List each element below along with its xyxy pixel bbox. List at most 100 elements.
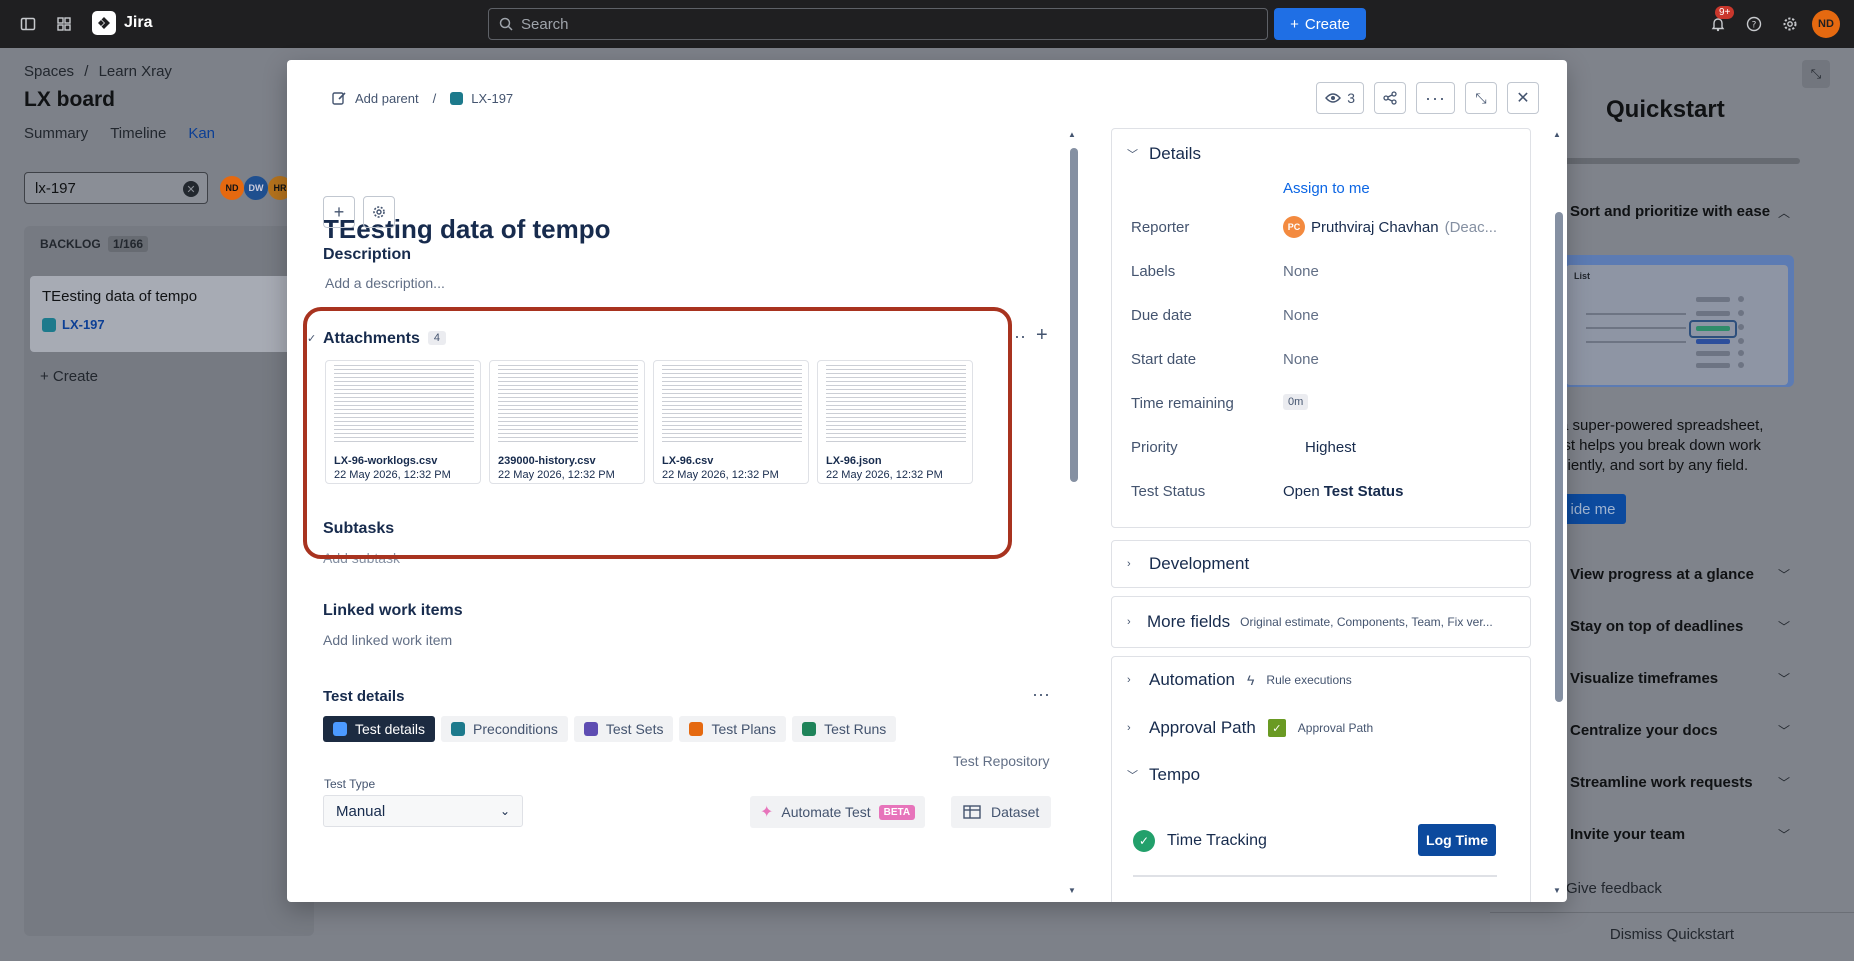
field-value-due-date[interactable]: None (1283, 307, 1319, 324)
more-actions-button[interactable]: ··· (1416, 82, 1455, 114)
details-scrollbar[interactable] (1555, 212, 1563, 702)
clear-search-icon[interactable]: ✕ (183, 181, 199, 197)
chevron-down-icon[interactable]: ﹀ (1778, 566, 1790, 583)
add-linked-work-item[interactable]: Add linked work item (323, 632, 452, 648)
approval-check-icon: ✓ (1267, 719, 1286, 737)
approval-path-label: Approval Path (1297, 721, 1374, 735)
add-button[interactable]: + (323, 196, 355, 228)
chevron-down-icon[interactable]: ﹀ (1778, 618, 1790, 635)
app-switcher-icon[interactable] (52, 12, 76, 36)
development-header[interactable]: › Development (1127, 554, 1249, 574)
quickstart-item[interactable]: Centralize your docs (1570, 722, 1718, 739)
description-input[interactable]: Add a description... (325, 275, 445, 291)
scroll-down-icon[interactable]: ▼ (1553, 886, 1561, 895)
more-icon[interactable]: ··· (1032, 684, 1050, 705)
assign-to-me-link[interactable]: Assign to me (1283, 180, 1370, 197)
tempo-header[interactable]: ﹀ Tempo (1127, 765, 1200, 785)
quickstart-item[interactable]: Streamline work requests (1570, 774, 1753, 791)
automate-test-button[interactable]: ✦ Automate Test BETA (750, 796, 926, 828)
time-tracking-row: ✓ Time Tracking (1133, 830, 1267, 852)
chevron-right-icon: › (1127, 558, 1131, 570)
tab-summary[interactable]: Summary (24, 125, 88, 142)
test-plans-icon (689, 722, 704, 736)
tab-test-details[interactable]: Test details (323, 716, 436, 742)
jira-home-link[interactable]: Jira (92, 11, 152, 35)
scroll-down-icon[interactable]: ▼ (1068, 886, 1076, 895)
dismiss-quickstart-button[interactable]: Dismiss Quickstart (1490, 912, 1854, 956)
help-icon[interactable]: ? (1742, 12, 1766, 36)
breadcrumb-spaces[interactable]: Spaces (24, 63, 74, 80)
settings-gear-icon[interactable] (1778, 12, 1802, 36)
test-type-label: Test Type (324, 777, 376, 791)
test-type-select[interactable]: Manual ⌄ (323, 795, 523, 827)
create-button[interactable]: + Create (1274, 8, 1366, 40)
field-value-time-remaining[interactable]: 0m (1283, 394, 1309, 410)
quickstart-item[interactable]: Sort and prioritize with ease (1570, 203, 1770, 220)
breadcrumb-project[interactable]: Learn Xray (99, 63, 172, 80)
close-icon: ✕ (1516, 90, 1530, 107)
apps-button[interactable] (363, 196, 395, 228)
scroll-up-icon[interactable]: ▲ (1553, 130, 1561, 139)
dataset-button[interactable]: Dataset (951, 796, 1052, 828)
guide-me-button[interactable]: ide me (1560, 494, 1626, 524)
field-value-start-date[interactable]: None (1283, 351, 1319, 368)
quickstart-description: a super-powered spreadsheet, ist helps y… (1560, 417, 1764, 474)
tab-label: Preconditions (473, 721, 558, 737)
test-repository-link[interactable]: Test Repository (953, 753, 1049, 769)
field-value-priority[interactable]: Highest (1283, 439, 1356, 456)
time-tracking-label: Time Tracking (1167, 832, 1267, 849)
chevron-up-icon[interactable]: ︿ (1778, 204, 1790, 221)
user-avatar[interactable]: ND (1812, 10, 1840, 38)
scroll-up-icon[interactable]: ▲ (1068, 130, 1076, 139)
add-attachment-icon[interactable]: + (1036, 324, 1048, 347)
field-value-test-status[interactable]: Open Test Status (1283, 483, 1403, 500)
global-search-input[interactable]: Search (488, 8, 1268, 40)
field-value-reporter[interactable]: PC Pruthviraj Chavhan (Deac... (1283, 216, 1497, 238)
approval-path-header[interactable]: › Approval Path ✓ Approval Path (1127, 718, 1373, 738)
chevron-down-icon[interactable]: ﹀ (1778, 826, 1790, 843)
chevron-down-icon[interactable]: ﹀ (1778, 774, 1790, 791)
give-feedback-link[interactable]: Give feedback (1566, 880, 1662, 897)
watchers-button[interactable]: 3 (1316, 82, 1365, 114)
field-value-labels[interactable]: None (1283, 263, 1319, 280)
tab-label: Test Runs (824, 721, 887, 737)
dataset-label: Dataset (991, 804, 1040, 820)
avatar[interactable]: DW (244, 176, 268, 200)
watchers-count: 3 (1347, 90, 1356, 106)
quickstart-item[interactable]: View progress at a glance (1570, 566, 1754, 583)
details-header[interactable]: ﹀ Details (1127, 144, 1201, 164)
more-fields-header[interactable]: › More fields Original estimate, Compone… (1127, 612, 1493, 632)
board-card[interactable]: TEesting data of tempo LX-197 (30, 276, 300, 352)
collapse-button[interactable]: ⤡ (1465, 82, 1497, 114)
main-scrollbar[interactable] (1070, 148, 1078, 482)
quickstart-item[interactable]: Visualize timeframes (1570, 670, 1718, 687)
quickstart-item[interactable]: Stay on top of deadlines (1570, 618, 1743, 635)
board-create-button[interactable]: + Create (40, 368, 98, 385)
share-button[interactable] (1374, 82, 1407, 114)
tab-test-runs[interactable]: Test Runs (792, 716, 897, 742)
avatar[interactable]: ND (220, 176, 244, 200)
tab-test-plans[interactable]: Test Plans (679, 716, 787, 742)
board-search-input[interactable]: lx-197 ✕ (24, 172, 208, 204)
board-search-value: lx-197 (35, 179, 76, 197)
chevron-down-icon: ﹀ (1127, 149, 1138, 161)
minimize-icon[interactable]: ⤡ (1802, 60, 1830, 88)
settings-icon (373, 206, 385, 218)
tab-test-sets[interactable]: Test Sets (573, 716, 674, 742)
close-button[interactable]: ✕ (1507, 82, 1539, 114)
automation-header[interactable]: › Automation ϟ Rule executions (1127, 670, 1352, 690)
sidebar-toggle-icon[interactable] (16, 12, 40, 36)
log-time-button[interactable]: Log Time (1418, 824, 1496, 856)
jira-logo-icon (92, 11, 116, 35)
tab-kanban[interactable]: Kan (188, 125, 215, 142)
priority-value: Highest (1305, 439, 1356, 456)
tab-preconditions[interactable]: Preconditions (441, 716, 568, 742)
quickstart-item[interactable]: Invite your team (1570, 826, 1685, 843)
more-icon: ··· (1425, 87, 1446, 108)
details-title: Details (1149, 144, 1201, 163)
issue-key-link[interactable]: LX-197 (471, 91, 513, 106)
chevron-down-icon[interactable]: ﹀ (1778, 722, 1790, 739)
tab-timeline[interactable]: Timeline (110, 125, 166, 142)
chevron-down-icon[interactable]: ﹀ (1778, 670, 1790, 687)
add-parent-link[interactable]: Add parent (355, 91, 419, 106)
